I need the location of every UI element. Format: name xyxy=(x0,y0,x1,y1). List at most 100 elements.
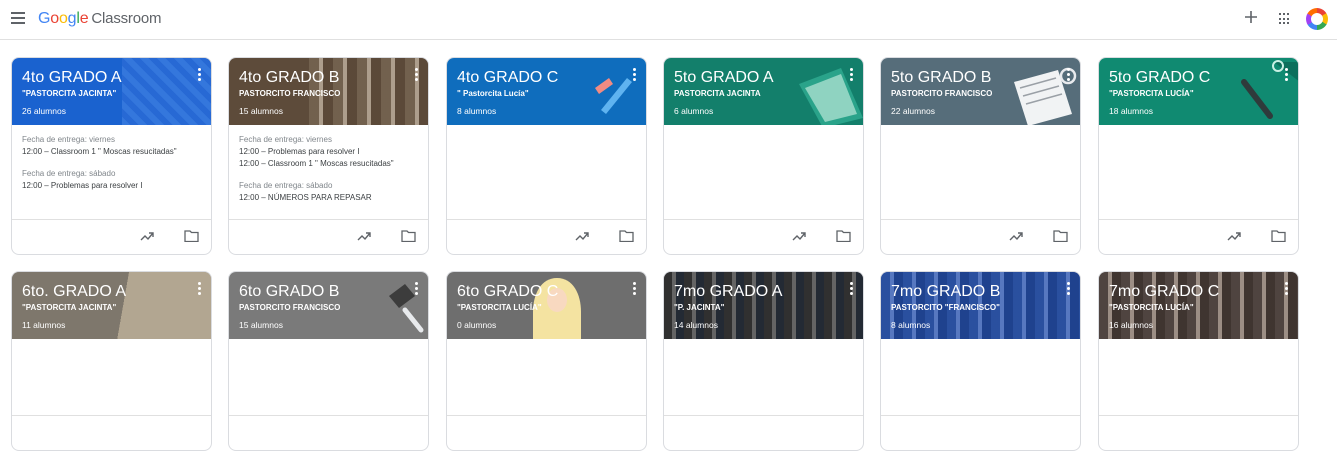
class-title[interactable]: 5to GRADO B xyxy=(891,68,1070,88)
class-card-4to-b[interactable]: 4to GRADO B PASTORCITO FRANCISCO 15 alum… xyxy=(228,57,429,255)
class-card-header[interactable]: 5to GRADO C "PASTORCITA LUCÍA" 18 alumno… xyxy=(1099,58,1298,125)
class-card-header[interactable]: 4to GRADO C " Pastorcita Lucía" 8 alumno… xyxy=(447,58,646,125)
folder-icon[interactable] xyxy=(836,230,851,242)
folder-icon[interactable] xyxy=(184,230,199,242)
folder-icon[interactable] xyxy=(1053,230,1068,242)
more-options-icon[interactable] xyxy=(1064,282,1072,296)
class-title[interactable]: 6to GRADO C xyxy=(457,282,636,302)
class-card-header[interactable]: 5to GRADO A PASTORCITA JACINTA 6 alumnos xyxy=(664,58,863,125)
class-teacher: "PASTORCITA LUCÍA" xyxy=(457,303,542,312)
student-count: 16 alumnos xyxy=(1109,320,1153,330)
assignment-link[interactable]: 12:00 – Problemas para resolver I xyxy=(22,180,201,192)
class-card-7mo-b[interactable]: 7mo GRADO B PASTORCITO "FRANCISCO" 8 alu… xyxy=(880,271,1081,451)
class-card-header[interactable]: 7mo GRADO B PASTORCITO "FRANCISCO" 8 alu… xyxy=(881,272,1080,339)
student-count: 8 alumnos xyxy=(457,106,497,116)
more-options-icon[interactable] xyxy=(847,282,855,296)
class-card-header[interactable]: 6to. GRADO A "PASTORCITA JACINTA" 11 alu… xyxy=(12,272,211,339)
due-date-label: Fecha de entrega: sábado xyxy=(239,181,333,190)
class-title[interactable]: 6to GRADO B xyxy=(239,282,418,302)
upcoming-work xyxy=(664,125,863,220)
class-title[interactable]: 6to. GRADO A xyxy=(22,282,201,302)
assignment-link[interactable]: 12:00 – Problemas para resolver I xyxy=(239,146,418,158)
assignment-link[interactable]: 12:00 – Classroom 1 " Moscas resucitadas… xyxy=(239,158,418,170)
more-options-icon[interactable] xyxy=(412,282,420,296)
top-app-bar: Google Classroom xyxy=(0,0,1337,40)
class-teacher: "P. JACINTA" xyxy=(674,303,725,312)
student-count: 6 alumnos xyxy=(674,106,714,116)
assignment-link[interactable]: 12:00 – NÚMEROS PARA REPASAR xyxy=(239,192,418,204)
class-teacher: PASTORCITA JACINTA xyxy=(674,89,761,98)
class-card-5to-c[interactable]: 5to GRADO C "PASTORCITA LUCÍA" 18 alumno… xyxy=(1098,57,1299,255)
class-teacher: "PASTORCITA LUCÍA" xyxy=(1109,89,1194,98)
menu-icon[interactable] xyxy=(11,12,25,24)
class-title[interactable]: 4to GRADO C xyxy=(457,68,636,88)
class-card-5to-b[interactable]: 5to GRADO B PASTORCITO FRANCISCO 22 alum… xyxy=(880,57,1081,255)
class-title[interactable]: 4to GRADO B xyxy=(239,68,418,88)
class-title[interactable]: 5to GRADO A xyxy=(674,68,853,88)
trending-up-icon[interactable] xyxy=(357,231,371,241)
more-options-icon[interactable] xyxy=(630,282,638,296)
class-card-header[interactable]: 5to GRADO B PASTORCITO FRANCISCO 22 alum… xyxy=(881,58,1080,125)
due-date-label: Fecha de entrega: sábado xyxy=(22,169,116,178)
class-card-6to-b[interactable]: 6to GRADO B PASTORCITO FRANCISCO 15 alum… xyxy=(228,271,429,451)
class-card-header[interactable]: 6to GRADO B PASTORCITO FRANCISCO 15 alum… xyxy=(229,272,428,339)
class-card-header[interactable]: 7mo GRADO A "P. JACINTA" 14 alumnos xyxy=(664,272,863,339)
class-card-6to-a[interactable]: 6to. GRADO A "PASTORCITA JACINTA" 11 alu… xyxy=(11,271,212,451)
class-card-header[interactable]: 6to GRADO C "PASTORCITA LUCÍA" 0 alumnos xyxy=(447,272,646,339)
class-card-7mo-c[interactable]: 7mo GRADO C "PASTORCITA LUCÍA" 16 alumno… xyxy=(1098,271,1299,451)
class-card-4to-a[interactable]: 4to GRADO A "PASTORCITA JACINTA" 26 alum… xyxy=(11,57,212,255)
account-avatar[interactable] xyxy=(1306,8,1328,30)
trending-up-icon[interactable] xyxy=(792,231,806,241)
class-card-header[interactable]: 4to GRADO A "PASTORCITA JACINTA" 26 alum… xyxy=(12,58,211,125)
upcoming-work xyxy=(1099,125,1298,220)
card-actions xyxy=(447,219,646,254)
class-title[interactable]: 7mo GRADO A xyxy=(674,282,853,302)
class-teacher: PASTORCITO FRANCISCO xyxy=(891,89,993,98)
folder-icon[interactable] xyxy=(401,230,416,242)
card-actions xyxy=(12,415,211,450)
upcoming-work: Fecha de entrega: viernes 12:00 – Proble… xyxy=(229,125,428,220)
student-count: 15 alumnos xyxy=(239,320,283,330)
more-options-icon[interactable] xyxy=(412,68,420,82)
class-card-6to-c[interactable]: 6to GRADO C "PASTORCITA LUCÍA" 0 alumnos xyxy=(446,271,647,451)
class-card-7mo-a[interactable]: 7mo GRADO A "P. JACINTA" 14 alumnos xyxy=(663,271,864,451)
assignment-link[interactable]: 12:00 – Classroom 1 " Moscas resucitadas… xyxy=(22,146,201,158)
folder-icon[interactable] xyxy=(619,230,634,242)
trending-up-icon[interactable] xyxy=(575,231,589,241)
class-card-header[interactable]: 4to GRADO B PASTORCITO FRANCISCO 15 alum… xyxy=(229,58,428,125)
more-options-icon[interactable] xyxy=(847,68,855,82)
trending-up-icon[interactable] xyxy=(1009,231,1023,241)
class-title[interactable]: 7mo GRADO C xyxy=(1109,282,1288,302)
class-title[interactable]: 7mo GRADO B xyxy=(891,282,1070,302)
more-options-icon[interactable] xyxy=(1282,68,1290,82)
card-actions xyxy=(881,219,1080,254)
class-teacher: "PASTORCITA JACINTA" xyxy=(22,89,117,98)
due-date-label: Fecha de entrega: viernes xyxy=(22,135,115,144)
trending-up-icon[interactable] xyxy=(140,231,154,241)
student-count: 15 alumnos xyxy=(239,106,283,116)
more-options-icon[interactable] xyxy=(1064,68,1072,82)
more-options-icon[interactable] xyxy=(630,68,638,82)
student-count: 11 alumnos xyxy=(22,320,66,330)
google-wordmark: Google xyxy=(38,10,89,27)
more-options-icon[interactable] xyxy=(195,282,203,296)
app-logo[interactable]: Google Classroom xyxy=(38,10,162,28)
card-actions xyxy=(12,219,211,254)
apps-grid-icon[interactable] xyxy=(1279,13,1291,25)
more-options-icon[interactable] xyxy=(195,68,203,82)
student-count: 26 alumnos xyxy=(22,106,66,116)
class-card-5to-a[interactable]: 5to GRADO A PASTORCITA JACINTA 6 alumnos xyxy=(663,57,864,255)
upcoming-work xyxy=(881,125,1080,220)
class-card-4to-c[interactable]: 4to GRADO C " Pastorcita Lucía" 8 alumno… xyxy=(446,57,647,255)
card-actions xyxy=(1099,219,1298,254)
folder-icon[interactable] xyxy=(1271,230,1286,242)
upcoming-work: Fecha de entrega: viernes 12:00 – Classr… xyxy=(12,125,211,220)
more-options-icon[interactable] xyxy=(1282,282,1290,296)
class-teacher: "PASTORCITA JACINTA" xyxy=(22,303,117,312)
card-actions xyxy=(881,415,1080,450)
plus-icon[interactable] xyxy=(1243,9,1259,25)
class-title[interactable]: 4to GRADO A xyxy=(22,68,201,88)
class-card-header[interactable]: 7mo GRADO C "PASTORCITA LUCÍA" 16 alumno… xyxy=(1099,272,1298,339)
class-title[interactable]: 5to GRADO C xyxy=(1109,68,1288,88)
trending-up-icon[interactable] xyxy=(1227,231,1241,241)
